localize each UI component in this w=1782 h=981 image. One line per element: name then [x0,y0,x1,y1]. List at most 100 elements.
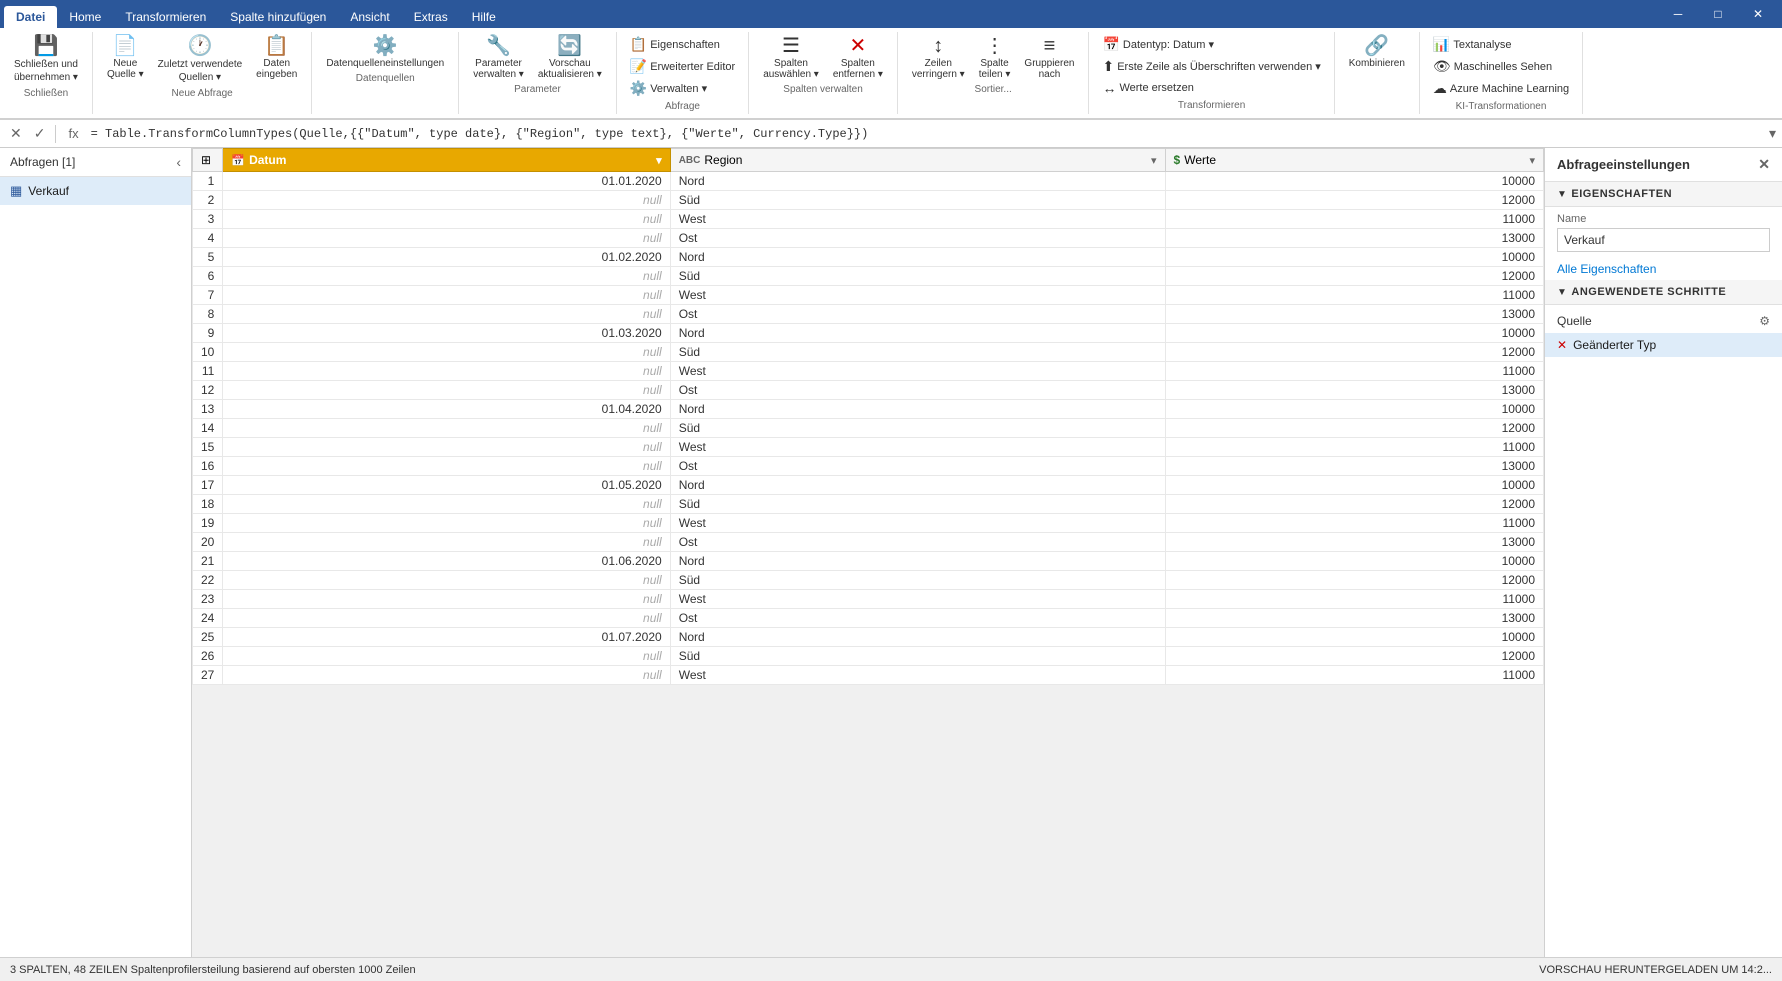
table-row: 19nullWest11000 [193,514,1544,533]
properties-panel: Abfrageeinstellungen ✕ ▼ EIGENSCHAFTEN N… [1544,148,1782,957]
maschinelles-sehen-button[interactable]: 👁 Maschinelles Sehen [1428,56,1574,77]
formula-expand-icon[interactable]: ▾ [1769,125,1776,142]
kombinieren-icon: 🔗 [1364,36,1389,56]
spalte-teilen-button[interactable]: ⋮ Spalteteilen ▾ [973,34,1017,82]
daten-icon: 📋 [264,36,289,56]
tab-extras[interactable]: Extras [402,6,460,28]
werte-cell: 10000 [1165,324,1543,343]
datum-cell: null [223,514,670,533]
erweiterter-editor-label: Erweiterter Editor [650,61,735,73]
spalten-entfernen-label: Spaltenentfernen ▾ [833,58,883,80]
region-cell: Süd [670,495,1165,514]
zeilen-verringern-button[interactable]: ↕ Zeilenverringern ▾ [906,34,971,82]
region-cell: West [670,438,1165,457]
formula-confirm-icon[interactable]: ✓ [30,123,50,144]
eigenschaften-collapse-icon[interactable]: ▼ [1557,189,1567,200]
col-header-region[interactable]: ABC Region ▾ [670,149,1165,172]
group-neue-abfrage-label: Neue Abfrage [172,88,233,99]
row-num-cell: 1 [193,172,223,191]
datenquelleneinstellungen-button[interactable]: ⚙️ Datenquelleneinstellungen [320,34,450,71]
close-button[interactable]: ✕ [1738,0,1778,28]
row-num-cell: 7 [193,286,223,305]
properties-header: Abfrageeinstellungen ✕ [1545,148,1782,182]
minimize-button[interactable]: ─ [1658,0,1698,28]
neue-quelle-button[interactable]: 📄 NeueQuelle ▾ [101,34,150,82]
werte-ersetzen-button[interactable]: ↔ Werte ersetzen [1097,78,1325,98]
col-header-datum[interactable]: 📅 Datum ▾ [223,149,670,172]
zeilen-label: Zeilenverringern ▾ [912,58,965,80]
spalten-entfernen-button[interactable]: ✕ Spaltenentfernen ▾ [827,34,889,82]
werte-filter-icon[interactable]: ▾ [1529,154,1535,167]
erweiterter-editor-button[interactable]: 📝 Erweiterter Editor [625,56,740,77]
table-row: 2nullSüd12000 [193,191,1544,210]
tab-hilfe[interactable]: Hilfe [460,6,508,28]
table-row: 16nullOst13000 [193,457,1544,476]
tab-transformieren[interactable]: Transformieren [113,6,218,28]
eigenschaften-icon: 📋 [630,36,647,53]
spalten-auswaehlen-icon: ☰ [782,36,800,56]
zuletzt-verwendet-button[interactable]: 🕐 Zuletzt verwendeteQuellen ▾ [152,34,249,86]
werte-cell: 12000 [1165,495,1543,514]
table-row: 8nullOst13000 [193,305,1544,324]
eigenschaften-button[interactable]: 📋 Eigenschaften [625,34,740,55]
data-grid: ⊞ 📅 Datum ▾ ABC Region [192,148,1544,685]
datum-filter-icon[interactable]: ▾ [656,154,662,167]
datum-cell: null [223,286,670,305]
verwalten-label: Verwalten ▾ [650,82,707,95]
queries-collapse-icon[interactable]: ‹ [176,154,181,170]
maximize-button[interactable]: □ [1698,0,1738,28]
tab-ansicht[interactable]: Ansicht [338,6,401,28]
table-row: 1301.04.2020Nord10000 [193,400,1544,419]
gruppieren-nach-button[interactable]: ≡ Gruppierennach [1018,34,1080,82]
textanalyse-button[interactable]: 📊 Textanalyse [1428,34,1574,55]
step-geaenderter-typ[interactable]: ✕ Geänderter Typ [1545,333,1782,357]
tab-home[interactable]: Home [57,6,113,28]
werte-cell: 12000 [1165,343,1543,362]
spalten-auswaehlen-label: Spaltenauswählen ▾ [763,58,819,80]
step-geaenderter-typ-label: Geänderter Typ [1573,338,1656,352]
alle-eigenschaften-link[interactable]: Alle Eigenschaften [1545,258,1782,280]
group-sortier: ↕ Zeilenverringern ▾ ⋮ Spalteteilen ▾ ≡ … [898,32,1090,114]
datum-cell: null [223,210,670,229]
region-filter-icon[interactable]: ▾ [1151,154,1157,167]
daten-eingeben-button[interactable]: 📋 Dateneingeben [250,34,303,82]
properties-close-icon[interactable]: ✕ [1758,156,1770,173]
queries-header: Abfragen [1] ‹ [0,148,191,177]
query-item-verkauf[interactable]: ▦ Verkauf [0,177,191,205]
data-grid-wrapper[interactable]: ⊞ 📅 Datum ▾ ABC Region [192,148,1544,957]
schritte-collapse-icon[interactable]: ▼ [1557,287,1567,298]
parameter-verwalten-button[interactable]: 🔧 Parameterverwalten ▾ [467,34,530,82]
group-parameter-label: Parameter [514,84,561,95]
select-all-icon[interactable]: ⊞ [201,153,211,167]
row-num-cell: 5 [193,248,223,267]
step-quelle-gear-icon[interactable]: ⚙ [1759,314,1770,328]
spalten-auswaehlen-button[interactable]: ☰ Spaltenauswählen ▾ [757,34,825,82]
vorschau-aktualisieren-button[interactable]: 🔄 Vorschauaktualisieren ▾ [532,34,608,82]
table-row: 6nullSüd12000 [193,267,1544,286]
kombinieren-button[interactable]: 🔗 Kombinieren [1343,34,1411,71]
table-row: 20nullOst13000 [193,533,1544,552]
formula-input[interactable]: = Table.TransformColumnTypes(Quelle,{{"D… [91,127,1763,141]
tab-spalte-hinzufuegen[interactable]: Spalte hinzufügen [218,6,338,28]
datum-cell: null [223,229,670,248]
formula-cancel-icon[interactable]: ✕ [6,123,26,144]
eigenschaften-section-label: EIGENSCHAFTEN [1571,188,1672,200]
datentyp-button[interactable]: 📅 Datentyp: Datum ▾ [1097,34,1325,55]
werte-cell: 12000 [1165,267,1543,286]
query-item-icon: ▦ [10,183,22,199]
group-ki: 📊 Textanalyse 👁 Maschinelles Sehen ☁ Azu… [1420,32,1583,114]
step-delete-icon[interactable]: ✕ [1557,338,1567,352]
schliessen-uebernehmen-button[interactable]: 💾 Schließen undübernehmen ▾ [8,34,84,86]
tab-datei[interactable]: Datei [4,6,57,28]
azure-ml-icon: ☁ [1433,80,1447,97]
region-cell: Süd [670,419,1165,438]
name-prop-input[interactable] [1557,228,1770,252]
col-header-werte[interactable]: $ Werte ▾ [1165,149,1543,172]
datum-cell: 01.01.2020 [223,172,670,191]
azure-ml-button[interactable]: ☁ Azure Machine Learning [1428,78,1574,99]
erste-zeile-button[interactable]: ⬆ Erste Zeile als Überschriften verwende… [1097,56,1325,77]
verwalten-button[interactable]: ⚙️ Verwalten ▾ [625,78,740,99]
region-cell: West [670,210,1165,229]
eigenschaften-section-header: ▼ EIGENSCHAFTEN [1545,182,1782,207]
step-quelle[interactable]: Quelle ⚙ [1545,309,1782,333]
